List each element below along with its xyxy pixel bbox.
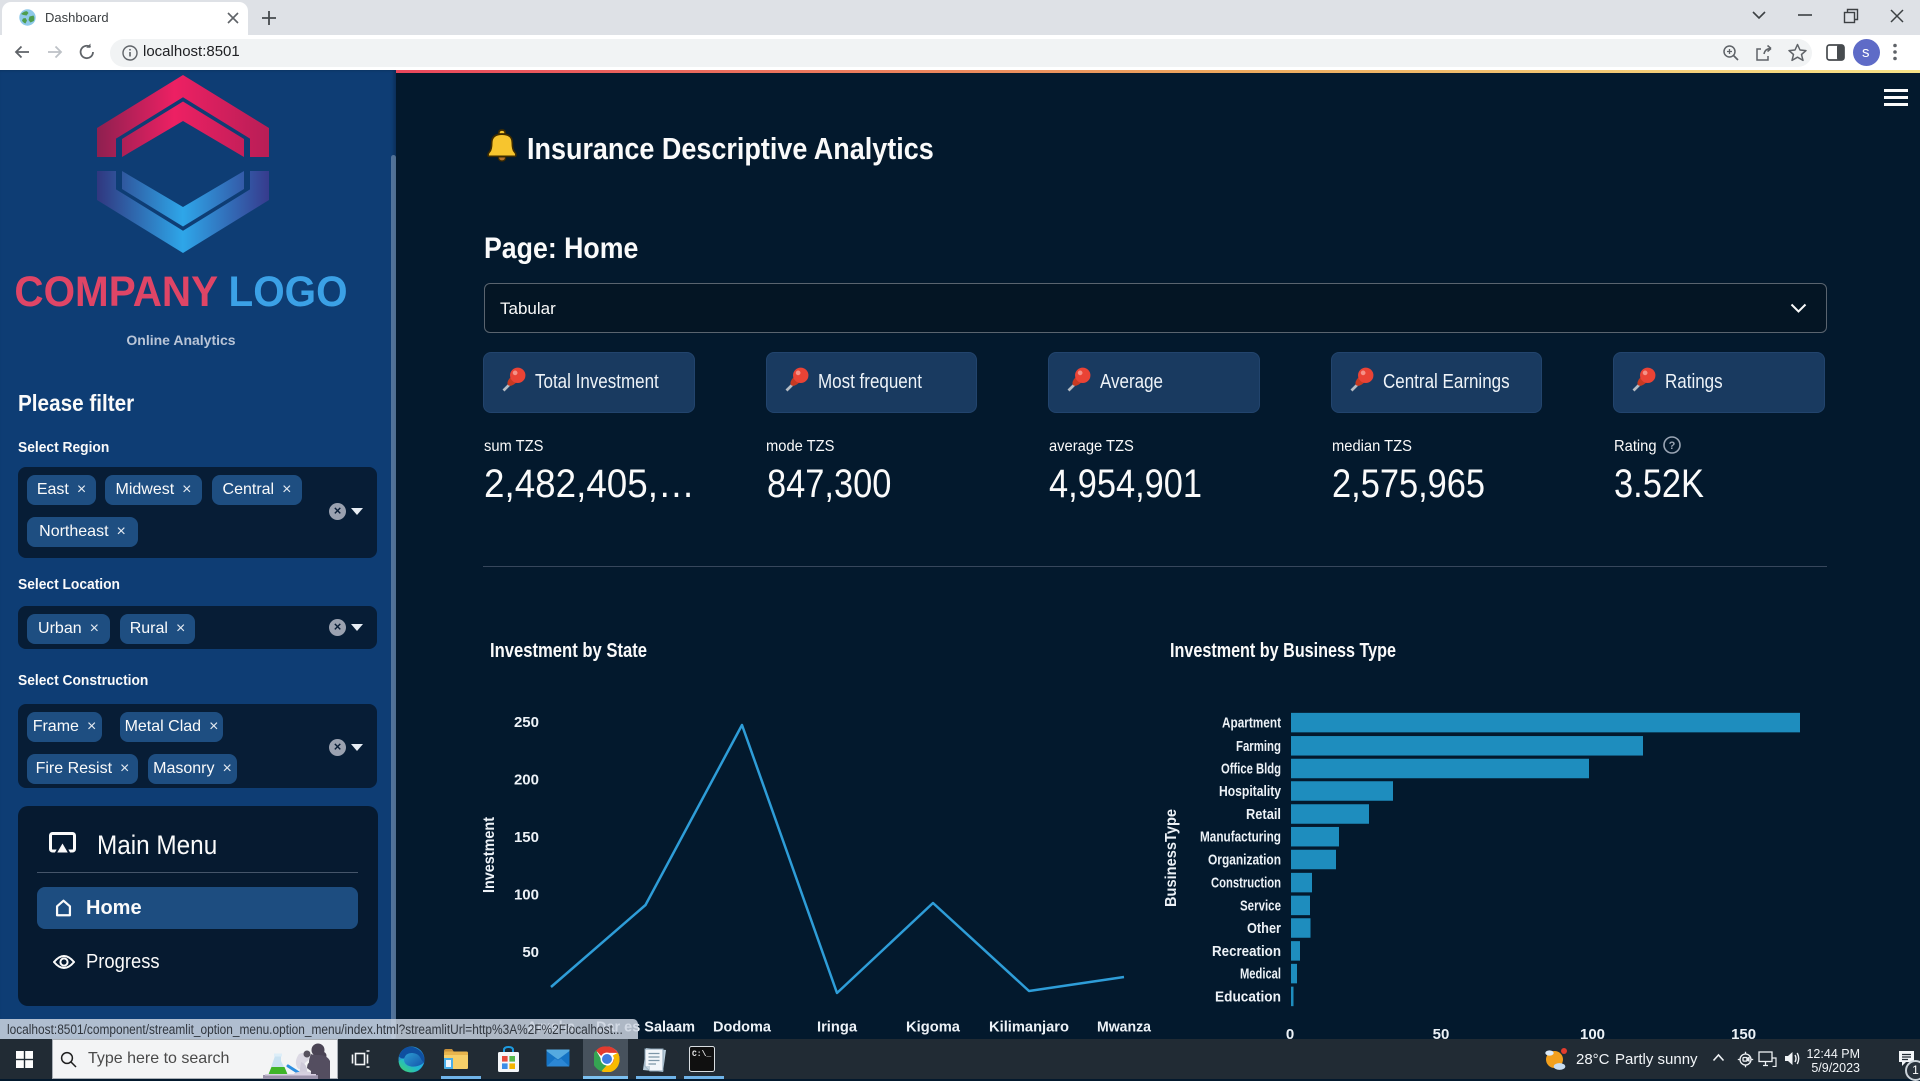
svg-text:Mwanza: Mwanza bbox=[1097, 1019, 1152, 1036]
svg-text:Medical: Medical bbox=[1240, 966, 1281, 983]
svg-text:50: 50 bbox=[1433, 1026, 1450, 1039]
svg-text:Dodoma: Dodoma bbox=[713, 1019, 772, 1036]
svg-text:150: 150 bbox=[514, 829, 539, 846]
svg-text:Construction: Construction bbox=[1211, 875, 1281, 892]
svg-text:Farming: Farming bbox=[1236, 738, 1281, 755]
svg-text:Iringa: Iringa bbox=[817, 1019, 858, 1036]
svg-text:Recreation: Recreation bbox=[1212, 943, 1281, 960]
svg-text:50: 50 bbox=[522, 944, 539, 961]
svg-text:250: 250 bbox=[514, 714, 539, 731]
svg-text:Service: Service bbox=[1240, 897, 1281, 914]
svg-text:?: ? bbox=[1669, 440, 1676, 452]
svg-text:BusinessType: BusinessType bbox=[1163, 809, 1180, 907]
svg-text:100: 100 bbox=[1580, 1026, 1605, 1039]
svg-text:Education: Education bbox=[1215, 988, 1281, 1005]
svg-text:Apartment: Apartment bbox=[1222, 715, 1281, 732]
svg-text:C:\_: C:\_ bbox=[692, 1050, 711, 1059]
svg-text:100: 100 bbox=[514, 887, 539, 904]
svg-text:Investment: Investment bbox=[481, 816, 498, 893]
svg-text:Investment by State: Investment by State bbox=[490, 640, 647, 662]
svg-text:150: 150 bbox=[1731, 1026, 1756, 1039]
svg-text:Retail: Retail bbox=[1246, 806, 1281, 823]
svg-text:Office Bldg: Office Bldg bbox=[1221, 761, 1281, 778]
svg-text:Other: Other bbox=[1247, 920, 1281, 937]
svg-text:0: 0 bbox=[1286, 1026, 1294, 1039]
svg-text:Hospitality: Hospitality bbox=[1219, 783, 1282, 800]
svg-text:Manufacturing: Manufacturing bbox=[1200, 829, 1281, 846]
svg-text:Investment by Business Type: Investment by Business Type bbox=[1170, 640, 1396, 662]
svg-text:Kilimanjaro: Kilimanjaro bbox=[989, 1019, 1069, 1036]
svg-text:Kigoma: Kigoma bbox=[906, 1019, 961, 1036]
svg-text:Organization: Organization bbox=[1208, 852, 1281, 869]
svg-text:200: 200 bbox=[514, 772, 539, 789]
